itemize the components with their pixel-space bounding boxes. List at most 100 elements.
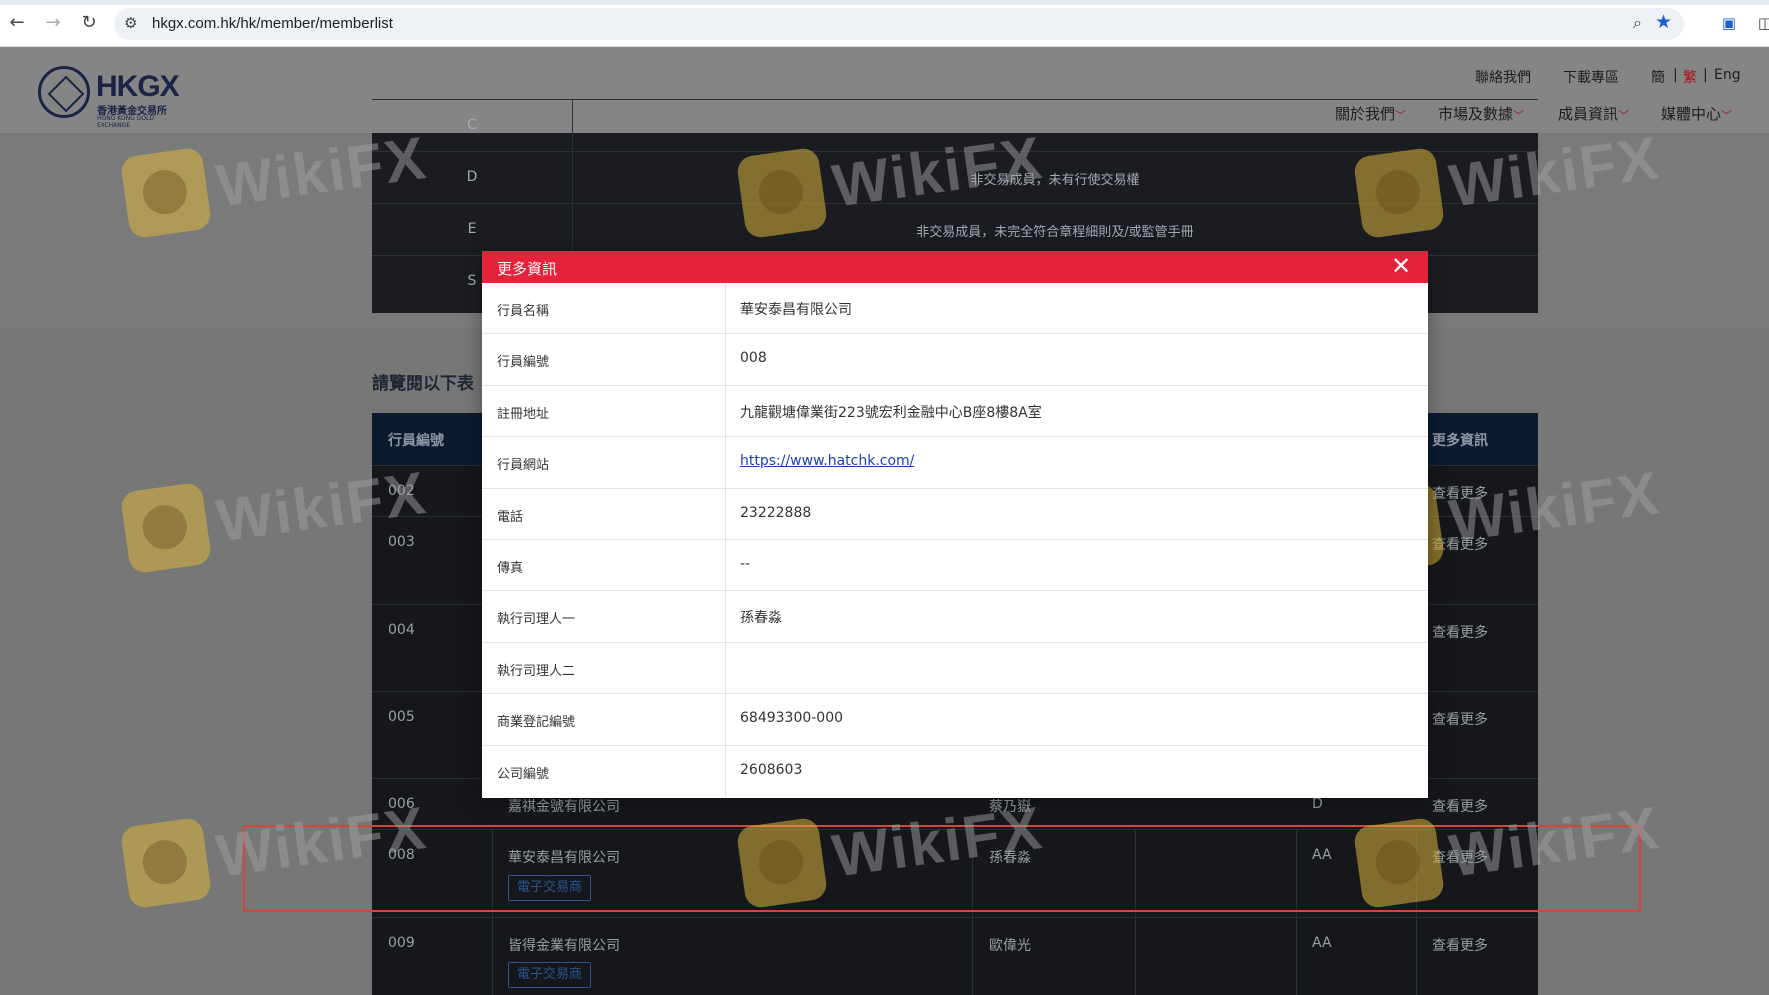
header-more-info: 更多資訊 (1432, 433, 1488, 449)
info-row: 公司編號 2608603 (482, 745, 1428, 797)
info-row: 電話 23222888 (482, 488, 1428, 540)
member-website-link[interactable]: https://www.hatchk.com/ (740, 453, 914, 469)
cell-divider (1296, 918, 1297, 995)
cell-divider (725, 591, 726, 642)
zoom-icon[interactable]: ⌕ (1633, 13, 1642, 33)
member-id: 004 (388, 622, 415, 638)
member-id: 009 (388, 935, 415, 951)
cell-divider (725, 694, 726, 745)
member-id: 003 (388, 534, 415, 550)
cast-icon[interactable]: ▣ (1718, 12, 1740, 34)
category-row: D 非交易成員，未有行使交易權 (372, 151, 1538, 203)
highlight-annotation (243, 825, 1641, 912)
member-manager: 歐偉光 (989, 938, 1031, 954)
cell-divider (1135, 918, 1136, 995)
info-value: 孫春淼 (740, 610, 782, 627)
url-text[interactable]: hkgx.com.hk/hk/member/memberlist (152, 15, 393, 32)
lang-english[interactable]: Eng (1714, 67, 1741, 83)
chevron-down-icon: ﹀ (1618, 109, 1630, 122)
lang-separator: | (1673, 67, 1678, 83)
info-value: 2608603 (740, 761, 803, 778)
logo-en: HONG KONG GOLD EXCHANGE (97, 115, 154, 129)
back-icon[interactable]: ← (4, 10, 30, 36)
member-name: 皆得金業有限公司 (508, 938, 620, 954)
view-more-link[interactable]: 查看更多 (1432, 796, 1488, 816)
cell-divider (972, 918, 973, 995)
view-more-link[interactable]: 查看更多 (1432, 622, 1488, 642)
info-row: 執行司理人一 孫春淼 (482, 591, 1428, 643)
extensions-icon[interactable]: ◫ (1754, 12, 1769, 34)
table-row: 009 皆得金業有限公司 電子交易商 歐偉光 AA 查看更多 (372, 917, 1538, 995)
info-value: -- (740, 555, 751, 572)
more-info-modal: 更多資訊 ✕ 行員名稱 華安泰昌有限公司 行員編號 008 註冊地址 九龍觀塘偉… (482, 251, 1428, 798)
lang-separator: | (1703, 67, 1708, 83)
cell-divider (725, 334, 726, 385)
modal-header: 更多資訊 ✕ (482, 251, 1428, 283)
info-label: 註冊地址 (497, 406, 550, 422)
member-name: 嘉祺金號有限公司 (508, 799, 620, 815)
category-row: E 非交易成員，未完全符合章程細則及/或監管手冊 (372, 203, 1538, 255)
info-row: 商業登記編號 68493300-000 (482, 694, 1428, 746)
info-value: https://www.hatchk.com/ (740, 453, 914, 469)
category-desc: 非交易成員，未有行使交易權 (970, 173, 1140, 188)
lang-simplified[interactable]: 簡 (1651, 67, 1665, 87)
cell-divider (725, 642, 726, 694)
header-member-id: 行員編號 (388, 433, 444, 449)
nav-members[interactable]: 成員資訊﹀ (1558, 103, 1629, 124)
category-desc: 非交易成員，未完全符合章程細則及/或監管手冊 (916, 225, 1194, 240)
e-trader-badge: 電子交易商 (508, 962, 592, 988)
info-row: 行員名稱 華安泰昌有限公司 (482, 283, 1428, 335)
cell-divider (572, 100, 573, 151)
cell-divider (1416, 918, 1417, 995)
close-icon[interactable]: ✕ (1389, 254, 1413, 278)
cell-divider (725, 488, 726, 539)
nav-media[interactable]: 媒體中心﹀ (1661, 103, 1732, 124)
browser-toolbar: ← → ↻ ⚙ hkgx.com.hk/hk/member/memberlist… (0, 0, 1769, 47)
info-row: 行員編號 008 (482, 334, 1428, 386)
category-code: D (466, 169, 478, 185)
lang-traditional[interactable]: 繁 (1683, 67, 1697, 87)
info-row: 傳真 -- (482, 539, 1428, 592)
modal-body: 行員名稱 華安泰昌有限公司 行員編號 008 註冊地址 九龍觀塘偉業街223號宏… (482, 283, 1428, 797)
view-more-link[interactable]: 查看更多 (1432, 935, 1488, 955)
info-label: 行員編號 (497, 355, 550, 371)
info-label: 傳真 (497, 560, 524, 576)
nav-media-label: 媒體中心 (1661, 105, 1722, 123)
member-id: 005 (388, 709, 415, 725)
contact-link[interactable]: 聯絡我們 (1475, 67, 1531, 87)
logo-mark: HKGX (96, 70, 180, 103)
cell-divider (725, 385, 726, 437)
info-label: 電話 (497, 509, 524, 525)
info-label: 執行司理人一 (497, 612, 576, 628)
info-value: 九龍觀塘偉業街223號宏利金融中心B座8樓8A室 (740, 404, 1042, 421)
category-code: E (467, 221, 477, 237)
download-link[interactable]: 下載專區 (1563, 67, 1619, 87)
info-label: 公司編號 (497, 766, 550, 782)
forward-icon[interactable]: → (40, 10, 66, 36)
info-label: 執行司理人二 (497, 663, 576, 679)
category-code: C (467, 117, 477, 133)
hkgx-logo[interactable]: HKGX 香港黃金交易所 HONG KONG GOLD EXCHANGE (38, 66, 180, 129)
member-grade: AA (1312, 935, 1332, 951)
info-value: 68493300-000 (740, 710, 844, 727)
bookmark-star-icon[interactable]: ★ (1655, 11, 1672, 33)
cell-divider (725, 539, 726, 591)
reload-icon[interactable]: ↻ (76, 10, 102, 36)
info-value: 008 (740, 350, 767, 367)
member-grade: D (1312, 796, 1323, 812)
cell-divider (725, 745, 726, 797)
info-value: 華安泰昌有限公司 (740, 302, 852, 318)
view-more-link[interactable]: 查看更多 (1432, 534, 1488, 554)
info-row: 行員網站 https://www.hatchk.com/ (482, 437, 1428, 489)
site-info-icon[interactable]: ⚙ (124, 14, 137, 32)
info-value: 23222888 (740, 504, 812, 521)
member-id: 002 (388, 483, 415, 499)
address-bar[interactable]: ⚙ hkgx.com.hk/hk/member/memberlist ⌕ ★ (114, 8, 1684, 40)
cell-divider (725, 283, 726, 334)
chevron-down-icon: ﹀ (1721, 109, 1733, 122)
view-more-link[interactable]: 查看更多 (1432, 483, 1488, 503)
view-more-link[interactable]: 查看更多 (1432, 709, 1488, 729)
watermark-logo-icon (119, 146, 213, 240)
info-label: 商業登記編號 (497, 715, 576, 731)
nav-members-label: 成員資訊 (1558, 105, 1619, 123)
